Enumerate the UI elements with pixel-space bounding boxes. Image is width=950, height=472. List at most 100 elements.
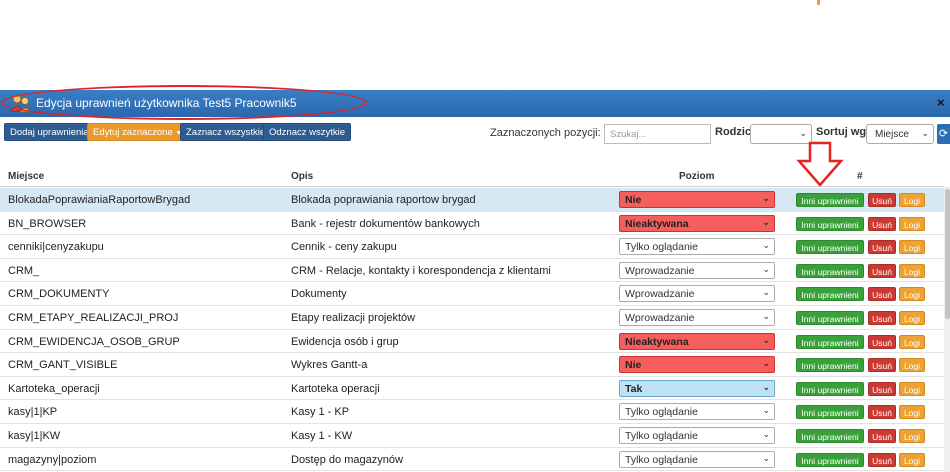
add-permissions-button[interactable]: Dodaj uprawnienia	[4, 123, 95, 141]
table-row[interactable]: CRM_GANT_VISIBLE Wykres Gantt-a Nie ⌄ Inni u…	[0, 353, 944, 377]
logs-button[interactable]: Logi	[899, 452, 925, 467]
select-all-button[interactable]: Zaznacz wszystkie	[180, 123, 272, 141]
delete-button[interactable]: Usuń	[868, 334, 896, 349]
logs-button[interactable]: Logi	[899, 287, 925, 302]
level-select[interactable]: Tylko oglądanie ⌄	[619, 450, 775, 468]
delete-button[interactable]: Usuń	[868, 429, 896, 443]
sort-label: Sortuj wg.:	[816, 126, 873, 138]
level-select[interactable]: Nieaktywana ⌄	[619, 214, 775, 232]
table-row[interactable]: cenniki|cenyzakupu Cennik - ceny zakupu Ty…	[0, 235, 944, 259]
desc-cell: Ewidencja osób i grup	[291, 335, 399, 348]
delete-button[interactable]: Usuń	[868, 240, 896, 255]
level-select[interactable]: Nie ⌄	[619, 191, 775, 208]
edit-selected-button[interactable]: Edytuj zaznaczone ▼	[87, 123, 189, 141]
other-users-button[interactable]: Inni uprawnieni	[796, 263, 864, 278]
other-users-button[interactable]: Inni uprawnieni	[796, 240, 864, 255]
table-row[interactable]: CRM_ CRM - Relacje, kontakty i koresponde…	[0, 259, 944, 283]
delete-button[interactable]: Usuń	[868, 263, 896, 278]
column-header-actions: #	[857, 171, 863, 182]
chevron-down-icon: ⌄	[762, 193, 770, 203]
chevron-down-icon: ⌄	[762, 334, 770, 345]
refresh-button[interactable]: ⟳	[937, 124, 950, 144]
other-users-button[interactable]: Inni uprawnieni	[796, 381, 864, 396]
chevron-down-icon: ⌄	[762, 405, 770, 416]
chevron-down-icon: ⌄	[762, 381, 770, 392]
delete-button[interactable]: Usuń	[868, 405, 896, 420]
place-cell: BlokadaPoprawianiaRaportowBrygad	[8, 194, 191, 206]
logs-button[interactable]: Logi	[899, 334, 925, 349]
deselect-all-button[interactable]: Odznacz wszytkie	[263, 123, 352, 141]
add-permissions-label: Dodaj uprawnienia	[10, 127, 89, 138]
table-row[interactable]: BlokadaPoprawianiaRaportowBrygad Blokada …	[0, 188, 944, 212]
table-row[interactable]: Kartoteka_operacji Kartoteka operacji Tak ⌄…	[0, 377, 944, 401]
logs-button[interactable]: Logi	[899, 311, 925, 325]
level-value: Nieaktywana	[625, 335, 689, 348]
place-cell: magazyny|poziom	[8, 453, 97, 466]
level-select[interactable]: Tylko oglądanie ⌄	[619, 403, 775, 421]
users-icon	[10, 94, 32, 113]
logs-button[interactable]: Logi	[899, 193, 925, 207]
orange-mark	[817, 0, 820, 5]
place-cell: kasy|1|KW	[8, 430, 61, 442]
desc-cell: Kasy 1 - KP	[291, 406, 350, 419]
logs-button[interactable]: Logi	[899, 358, 925, 373]
logs-button[interactable]: Logi	[899, 381, 925, 396]
table-row[interactable]: magazyny|poziom Dostęp do magazynów Tylko …	[0, 448, 944, 472]
place-cell: CRM_ETAPY_REALIZACJI_PROJ	[8, 312, 179, 324]
table-row[interactable]: CRM_EWIDENCJA_OSOB_GRUP Ewidencja osób i …	[0, 330, 944, 354]
level-select[interactable]: Tylko oglądanie ⌄	[619, 427, 775, 444]
desc-cell: Cennik - ceny zakupu	[291, 241, 397, 254]
search-input[interactable]: Szukaj...	[604, 124, 711, 144]
header-divider	[0, 186, 944, 187]
level-select[interactable]: Nie ⌄	[619, 356, 775, 374]
table-row[interactable]: kasy|1|KP Kasy 1 - KP Tylko oglądanie ⌄ Inni…	[0, 400, 944, 424]
search-placeholder: Szukaj...	[610, 129, 647, 140]
level-select[interactable]: Tak ⌄	[619, 379, 775, 397]
selected-count: Zaznaczonych pozycji: 1	[490, 127, 610, 139]
table-row[interactable]: BN_BROWSER Bank - rejestr dokumentów bank…	[0, 212, 944, 236]
logs-button[interactable]: Logi	[899, 216, 925, 231]
level-select[interactable]: Wprowadzanie ⌄	[619, 261, 775, 279]
desc-cell: Etapy realizacji projektów	[291, 312, 416, 324]
level-select[interactable]: Wprowadzanie ⌄	[619, 309, 775, 326]
logs-button[interactable]: Logi	[899, 263, 925, 278]
other-users-button[interactable]: Inni uprawnieni	[796, 358, 864, 373]
logs-button[interactable]: Logi	[899, 405, 925, 420]
delete-button[interactable]: Usuń	[868, 381, 896, 396]
level-value: Tak	[625, 382, 643, 395]
delete-button[interactable]: Usuń	[868, 287, 896, 302]
level-select[interactable]: Tylko oglądanie ⌄	[619, 238, 775, 256]
delete-button[interactable]: Usuń	[868, 311, 896, 325]
desc-cell: Bank - rejestr dokumentów bankowych	[291, 217, 480, 230]
level-value: Wprowadzanie	[625, 264, 695, 277]
close-icon[interactable]: ×	[937, 95, 945, 110]
logs-button[interactable]: Logi	[899, 429, 925, 443]
table-row[interactable]: CRM_DOKUMENTY Dokumenty Wprowadzanie ⌄ Inni …	[0, 282, 944, 306]
level-select[interactable]: Nieaktywana ⌄	[619, 332, 775, 350]
place-cell: BN_BROWSER	[8, 217, 87, 230]
other-users-button[interactable]: Inni uprawnieni	[796, 334, 864, 349]
level-value: Nieaktywana	[625, 217, 689, 230]
parent-label: Rodzic:	[715, 126, 755, 138]
level-value: Wprowadzanie	[625, 288, 695, 301]
delete-button[interactable]: Usuń	[868, 193, 896, 207]
delete-button[interactable]: Usuń	[868, 216, 896, 231]
sort-select[interactable]: Miejsce ⌄	[866, 124, 934, 144]
other-users-button[interactable]: Inni uprawnieni	[796, 287, 864, 302]
table-row[interactable]: kasy|1|KW Kasy 1 - KW Tylko oglądanie ⌄ Inni…	[0, 424, 944, 448]
logs-button[interactable]: Logi	[899, 240, 925, 255]
other-users-button[interactable]: Inni uprawnieni	[796, 405, 864, 420]
delete-button[interactable]: Usuń	[868, 452, 896, 467]
other-users-button[interactable]: Inni uprawnieni	[796, 429, 864, 443]
deselect-all-label: Odznacz wszytkie	[269, 127, 346, 138]
other-users-button[interactable]: Inni uprawnieni	[796, 193, 864, 207]
other-users-button[interactable]: Inni uprawnieni	[796, 452, 864, 467]
table-row[interactable]: CRM_ETAPY_REALIZACJI_PROJ Etapy realizacj…	[0, 306, 944, 330]
delete-button[interactable]: Usuń	[868, 358, 896, 373]
desc-cell: Blokada poprawiania raportow brygad	[291, 194, 476, 206]
level-select[interactable]: Wprowadzanie ⌄	[619, 285, 775, 303]
other-users-button[interactable]: Inni uprawnieni	[796, 216, 864, 231]
other-users-button[interactable]: Inni uprawnieni	[796, 311, 864, 325]
chevron-down-icon: ⌄	[762, 240, 770, 251]
scrollbar-thumb[interactable]	[945, 189, 950, 319]
